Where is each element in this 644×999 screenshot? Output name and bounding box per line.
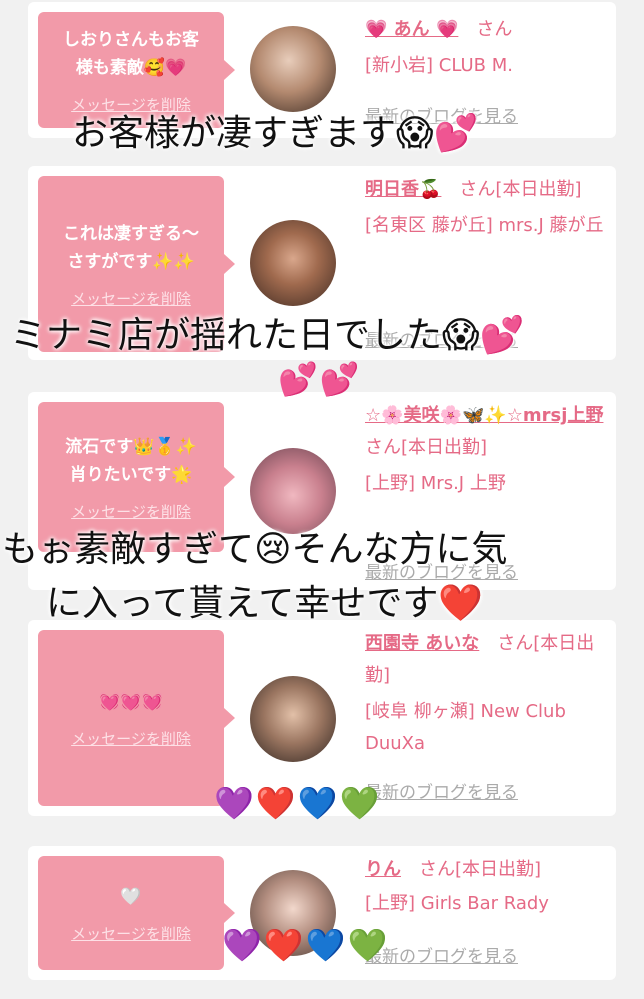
overlay-caption-line3: もぉ素敵すぎて😢そんな方に気 [2,529,508,570]
message-text: 流石です👑🥇✨ 肖りたいです🌟 [65,436,197,485]
delete-message-link[interactable]: メッセージを削除 [71,501,191,522]
overlay-hearts-row: 💜❤️💙💚 [214,784,382,822]
latest-blog-link[interactable]: 最新のブログを見る [365,778,518,803]
message-text: 💓💓💓 [99,691,163,712]
message-text: これは凄すぎる〜 さすがです✨✨ [63,223,199,272]
cast-name-link[interactable]: 💗 あん 💗 [365,19,458,40]
message-bubble: 💓💓💓 メッセージを削除 [38,630,235,806]
message-text: 🤍 [120,886,142,907]
shop-label: [上野] Mrs.J 上野 [365,473,506,494]
shop-label: [新小岩] CLUB M. [365,55,513,76]
overlay-hearts-small: 💕💕 [278,360,362,398]
cast-name-link[interactable]: 西園寺 あいな [365,633,479,654]
shop-label: [名東区 藤が丘] mrs.J 藤が丘 [365,215,604,236]
avatar[interactable] [250,26,336,112]
avatar[interactable] [250,676,336,762]
avatar[interactable] [250,220,336,306]
message-text: しおりさんもお客 様も素敵🥰💗 [63,29,199,78]
cast-name-link[interactable]: 明日香🍒 [365,179,441,200]
message-bubble: 🤍 メッセージを削除 [38,856,235,970]
shop-label: [上野] Girls Bar Rady [365,893,549,914]
san-label: さん[本日出勤] [419,859,542,880]
overlay-caption-line4: に入って貰えて幸せです❤️ [46,583,484,624]
overlay-hearts-row: 💜❤️💙💚 [222,926,390,964]
overlay-caption-line1: お客様が凄すぎます😱💕 [72,113,479,154]
delete-message-link[interactable]: メッセージを削除 [71,728,191,749]
shop-label: [岐阜 柳ヶ瀬] New Club DuuXa [365,701,566,754]
cast-name-link[interactable]: ☆🌸美咲🌸🦋✨☆mrsj上野 [365,405,603,426]
cast-name-link[interactable]: りん [365,859,401,880]
overlay-caption-line2: ミナミ店が揺れた日でした😱💕 [10,315,525,356]
san-label: さん[本日出勤] [365,437,488,458]
san-label: さん [476,19,513,40]
delete-message-link[interactable]: メッセージを削除 [71,923,191,944]
san-label: さん[本日出勤] [459,179,582,200]
